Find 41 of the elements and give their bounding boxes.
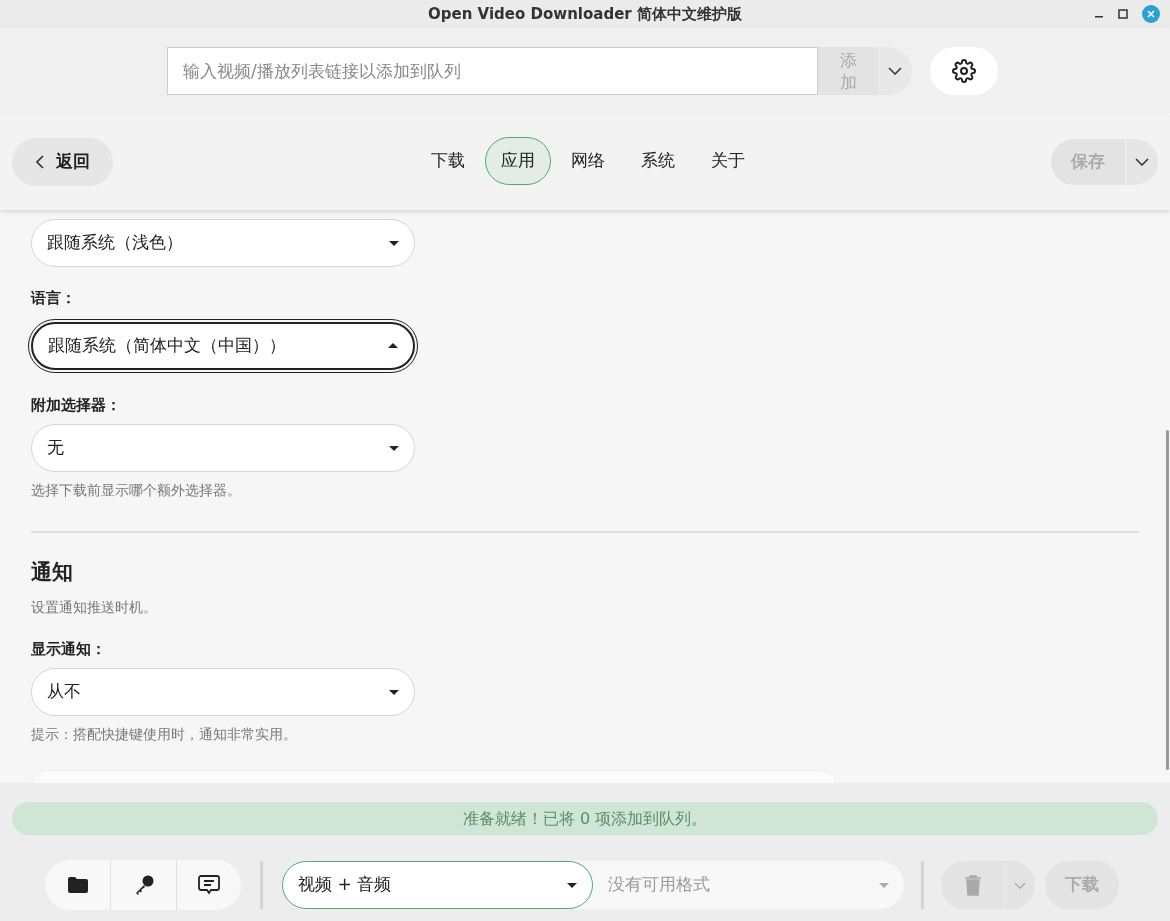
- url-input-field[interactable]: 输入视频/播放列表链接以添加到队列: [167, 46, 818, 95]
- back-button[interactable]: 返回: [12, 137, 113, 186]
- caret-down-icon: [567, 882, 577, 888]
- caret-down-icon: [389, 445, 399, 451]
- caret-down-icon: [389, 240, 399, 246]
- status-bar: 准备就绪！已将 0 项添加到队列。: [12, 802, 1158, 835]
- field-label: 附加选择器：: [31, 394, 121, 416]
- comment-icon: [198, 875, 220, 895]
- chevron-down-icon: [1014, 881, 1026, 889]
- dropdown-select[interactable]: 跟随系统（简体中文（中国））: [31, 321, 415, 370]
- hint-text: 选择下载前显示哪个额外选择器。: [31, 481, 241, 500]
- nav-tab[interactable]: 下载: [415, 137, 481, 185]
- caret-down-icon: [879, 882, 889, 888]
- nav-tab[interactable]: 网络: [555, 137, 621, 185]
- nav-tab[interactable]: 应用: [485, 137, 551, 185]
- nav-tab[interactable]: 系统: [625, 137, 691, 185]
- chevron-down-icon: [888, 66, 902, 75]
- folder-icon: [66, 876, 89, 894]
- scrollbar[interactable]: [1166, 430, 1169, 770]
- trash-icon: [963, 874, 982, 896]
- settings-button[interactable]: [930, 46, 998, 95]
- section-heading: 通知: [31, 559, 73, 586]
- maximize-icon[interactable]: [1118, 9, 1128, 19]
- type-select[interactable]: 视频 + 音频: [282, 861, 593, 909]
- window-title: Open Video Downloader 简体中文维护版: [428, 3, 742, 25]
- hint-text: 设置通知推送时机。: [31, 597, 157, 617]
- dropdown-select[interactable]: 跟随系统（浅色）: [31, 219, 415, 267]
- dropdown-button[interactable]: [1126, 138, 1158, 185]
- nav-tab[interactable]: 关于: [695, 137, 761, 185]
- hint-text: 提示：搭配快捷键使用时，通知非常实用。: [31, 725, 297, 744]
- dropdown-select[interactable]: 无: [31, 424, 415, 472]
- close-icon[interactable]: [1142, 5, 1160, 23]
- caret-down-icon: [389, 689, 399, 695]
- dropdown-button[interactable]: [878, 46, 912, 95]
- settings-icon: [952, 58, 976, 83]
- caret-up-icon: [388, 343, 398, 348]
- chevron-left-icon: [35, 154, 44, 169]
- field-label: 显示通知：: [31, 638, 106, 660]
- dropdown-select[interactable]: 从不: [31, 668, 415, 716]
- chevron-down-icon: [1135, 157, 1149, 166]
- field-label: 语言：: [31, 288, 76, 309]
